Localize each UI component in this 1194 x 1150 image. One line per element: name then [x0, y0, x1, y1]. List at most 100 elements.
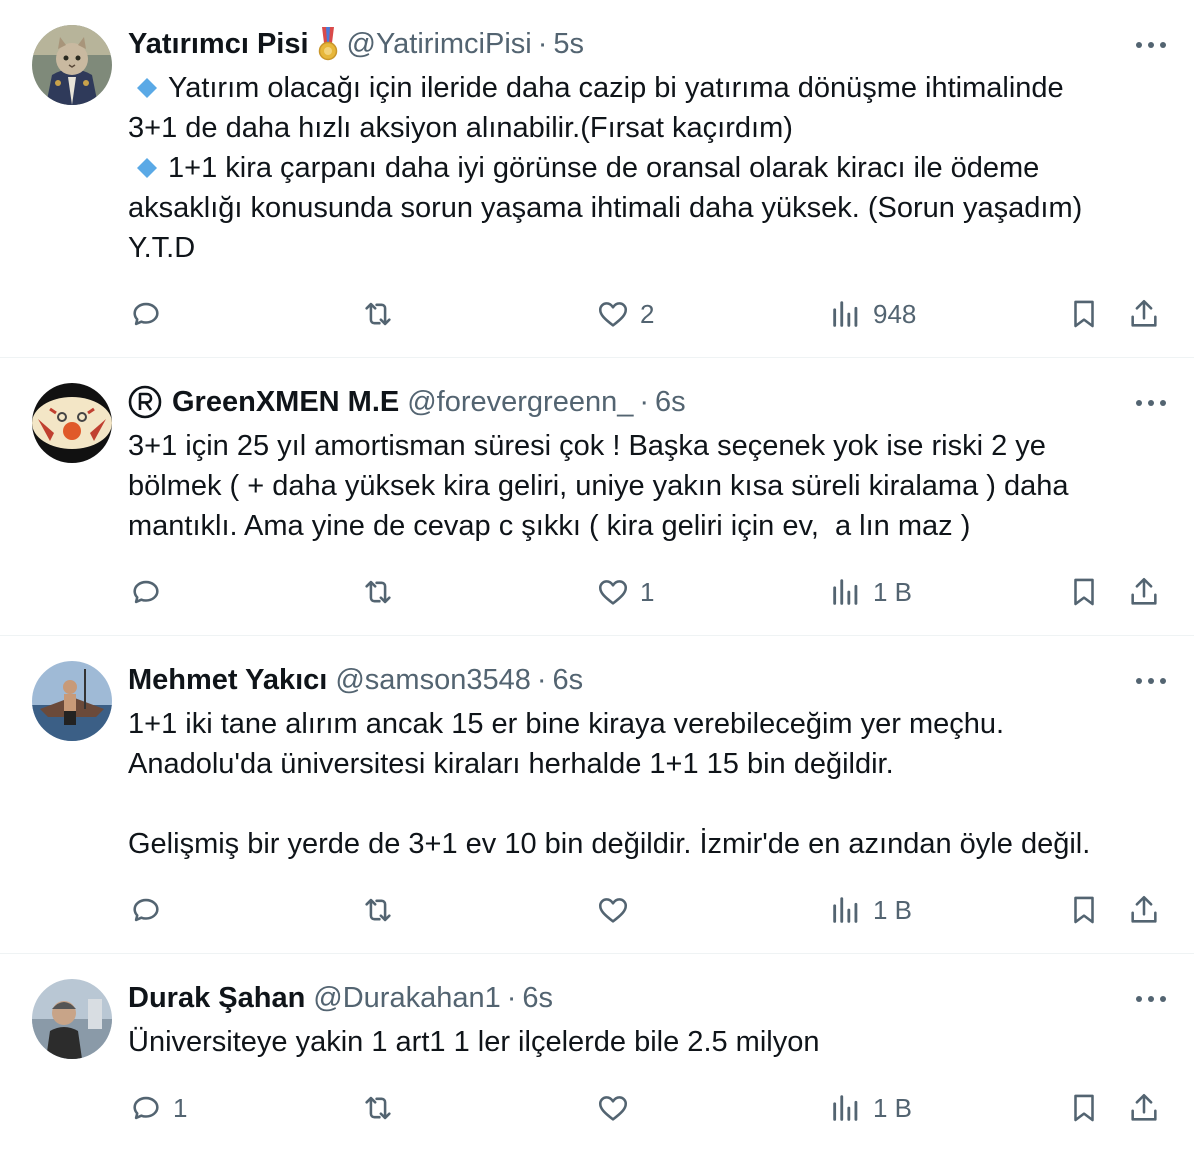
- tweet[interactable]: GreenXMEN M.E @forevergreenn_ · 6s 3+1 i…: [0, 358, 1194, 636]
- view-count: 1 B: [873, 576, 913, 607]
- heart-icon: [598, 302, 628, 327]
- like-count: 2: [640, 298, 655, 329]
- view-count: 948: [873, 298, 917, 329]
- tweet-header: Mehmet Yakıcı @samson3548 · 6s: [128, 660, 583, 700]
- like-button[interactable]: 2: [596, 292, 654, 336]
- tweet-line: Üniversiteye yakin 1 art1 1 ler ilçelerd…: [128, 1026, 820, 1058]
- reply-button[interactable]: [129, 292, 173, 336]
- tweet[interactable]: Yatırımcı Pisi @YatirimciPisi · 5s Yatır…: [0, 0, 1194, 358]
- action-bar: 1 1 B: [0, 570, 1194, 614]
- registered-mark-icon: [128, 385, 162, 419]
- timestamp[interactable]: 6s: [655, 386, 686, 419]
- reply-icon: [133, 302, 159, 326]
- tweet-text: 3+1 için 25 yıl amortisman süresi çok ! …: [128, 426, 1168, 546]
- bookmark-button[interactable]: [1067, 292, 1101, 336]
- user-handle[interactable]: @forevergreenn_: [407, 386, 633, 419]
- tweet-line: mantıklı. Ama yine de cevap c şıkkı ( ki…: [128, 510, 971, 542]
- display-name[interactable]: Yatırımcı Pisi: [128, 28, 309, 61]
- share-button[interactable]: [1127, 570, 1161, 614]
- reply-icon: [133, 580, 159, 604]
- like-button[interactable]: [596, 1086, 640, 1130]
- retweet-button[interactable]: [361, 570, 405, 614]
- tweet[interactable]: Mehmet Yakıcı @samson3548 · 6s 1+1 iki t…: [0, 636, 1194, 954]
- bookmark-button[interactable]: [1067, 570, 1101, 614]
- retweet-icon: [365, 580, 391, 604]
- retweet-icon: [365, 1096, 391, 1120]
- retweet-button[interactable]: [361, 1086, 405, 1130]
- views-button[interactable]: 1 B: [829, 1086, 912, 1130]
- tweet[interactable]: Durak Şahan @Durakahan1 · 6s Üniversitey…: [0, 954, 1194, 1150]
- timestamp[interactable]: 6s: [522, 982, 553, 1015]
- views-icon: [833, 579, 858, 605]
- like-button[interactable]: 1: [596, 570, 654, 614]
- heart-icon: [598, 580, 628, 605]
- reply-button[interactable]: 1: [129, 1086, 187, 1130]
- tweet-header: GreenXMEN M.E @forevergreenn_ · 6s: [128, 382, 686, 422]
- separator-dot: ·: [536, 663, 547, 696]
- views-button[interactable]: 948: [829, 292, 916, 336]
- tweet-line: [128, 784, 1168, 824]
- medal-badge-icon: [317, 27, 339, 61]
- display-name[interactable]: Mehmet Yakıcı: [128, 664, 327, 697]
- more-icon[interactable]: [1134, 386, 1168, 420]
- heart-icon: [598, 1096, 628, 1121]
- tweet-line: Yatırım olacağı için ileride daha cazip …: [128, 68, 1168, 108]
- display-name[interactable]: GreenXMEN M.E: [172, 386, 399, 419]
- avatar[interactable]: [32, 661, 112, 741]
- tweet-line: Gelişmiş bir yerde de 3+1 ev 10 bin deği…: [128, 828, 1091, 860]
- tweet-line: bölmek ( + daha yüksek kira geliri, uniy…: [128, 470, 1069, 502]
- reply-button[interactable]: [129, 570, 173, 614]
- bookmark-button[interactable]: [1067, 1086, 1101, 1130]
- retweet-button[interactable]: [361, 292, 405, 336]
- display-name[interactable]: Durak Şahan: [128, 982, 305, 1015]
- share-button[interactable]: [1127, 888, 1161, 932]
- avatar[interactable]: [32, 979, 112, 1059]
- blue-diamond-icon: [128, 148, 168, 188]
- user-handle[interactable]: @YatirimciPisi: [347, 28, 532, 61]
- reply-button[interactable]: [129, 888, 173, 932]
- more-icon[interactable]: [1134, 982, 1168, 1016]
- bookmark-icon: [1074, 896, 1094, 924]
- reply-count: 1: [173, 1092, 188, 1123]
- tweet-line: 3+1 için 25 yıl amortisman süresi çok ! …: [128, 430, 1046, 462]
- share-button[interactable]: [1127, 1086, 1161, 1130]
- timestamp[interactable]: 5s: [553, 28, 584, 61]
- share-button[interactable]: [1127, 292, 1161, 336]
- more-icon[interactable]: [1134, 28, 1168, 62]
- timestamp[interactable]: 6s: [553, 664, 584, 697]
- share-icon: [1131, 299, 1157, 327]
- share-icon: [1131, 1093, 1157, 1121]
- share-icon: [1131, 577, 1157, 605]
- views-icon: [833, 1095, 858, 1121]
- avatar[interactable]: [32, 383, 112, 463]
- tweet-line: 1+1 iki tane alırım ancak 15 er bine kir…: [128, 708, 1005, 740]
- more-icon[interactable]: [1134, 664, 1168, 698]
- bookmark-icon: [1074, 300, 1094, 328]
- tweet-text: 1+1 iki tane alırım ancak 15 er bine kir…: [128, 704, 1168, 864]
- bookmark-button[interactable]: [1067, 888, 1101, 932]
- user-handle[interactable]: @Durakahan1: [313, 982, 500, 1015]
- like-button[interactable]: [596, 888, 640, 932]
- separator-dot: ·: [537, 27, 548, 60]
- retweet-icon: [365, 898, 391, 922]
- tweet-line: Anadolu'da üniversitesi kiraları herhald…: [128, 748, 894, 780]
- retweet-button[interactable]: [361, 888, 405, 932]
- avatar[interactable]: [32, 25, 112, 105]
- views-button[interactable]: 1 B: [829, 570, 912, 614]
- user-handle[interactable]: @samson3548: [335, 664, 531, 697]
- bookmark-icon: [1074, 578, 1094, 606]
- retweet-icon: [365, 302, 391, 326]
- separator-dot: ·: [506, 981, 517, 1014]
- view-count: 1 B: [873, 1092, 913, 1123]
- heart-icon: [598, 898, 628, 923]
- separator-dot: ·: [639, 385, 650, 418]
- tweet-text: Yatırım olacağı için ileride daha cazip …: [128, 68, 1168, 268]
- reply-icon: [133, 1096, 159, 1120]
- like-count: 1: [640, 576, 655, 607]
- blue-diamond-icon: [128, 68, 168, 108]
- views-icon: [833, 301, 858, 327]
- views-button[interactable]: 1 B: [829, 888, 912, 932]
- tweet-line: aksaklığı konusunda sorun yaşama ihtimal…: [128, 192, 1083, 224]
- share-icon: [1131, 895, 1157, 923]
- tweet-line: 3+1 de daha hızlı aksiyon alınabilir.(Fı…: [128, 112, 793, 144]
